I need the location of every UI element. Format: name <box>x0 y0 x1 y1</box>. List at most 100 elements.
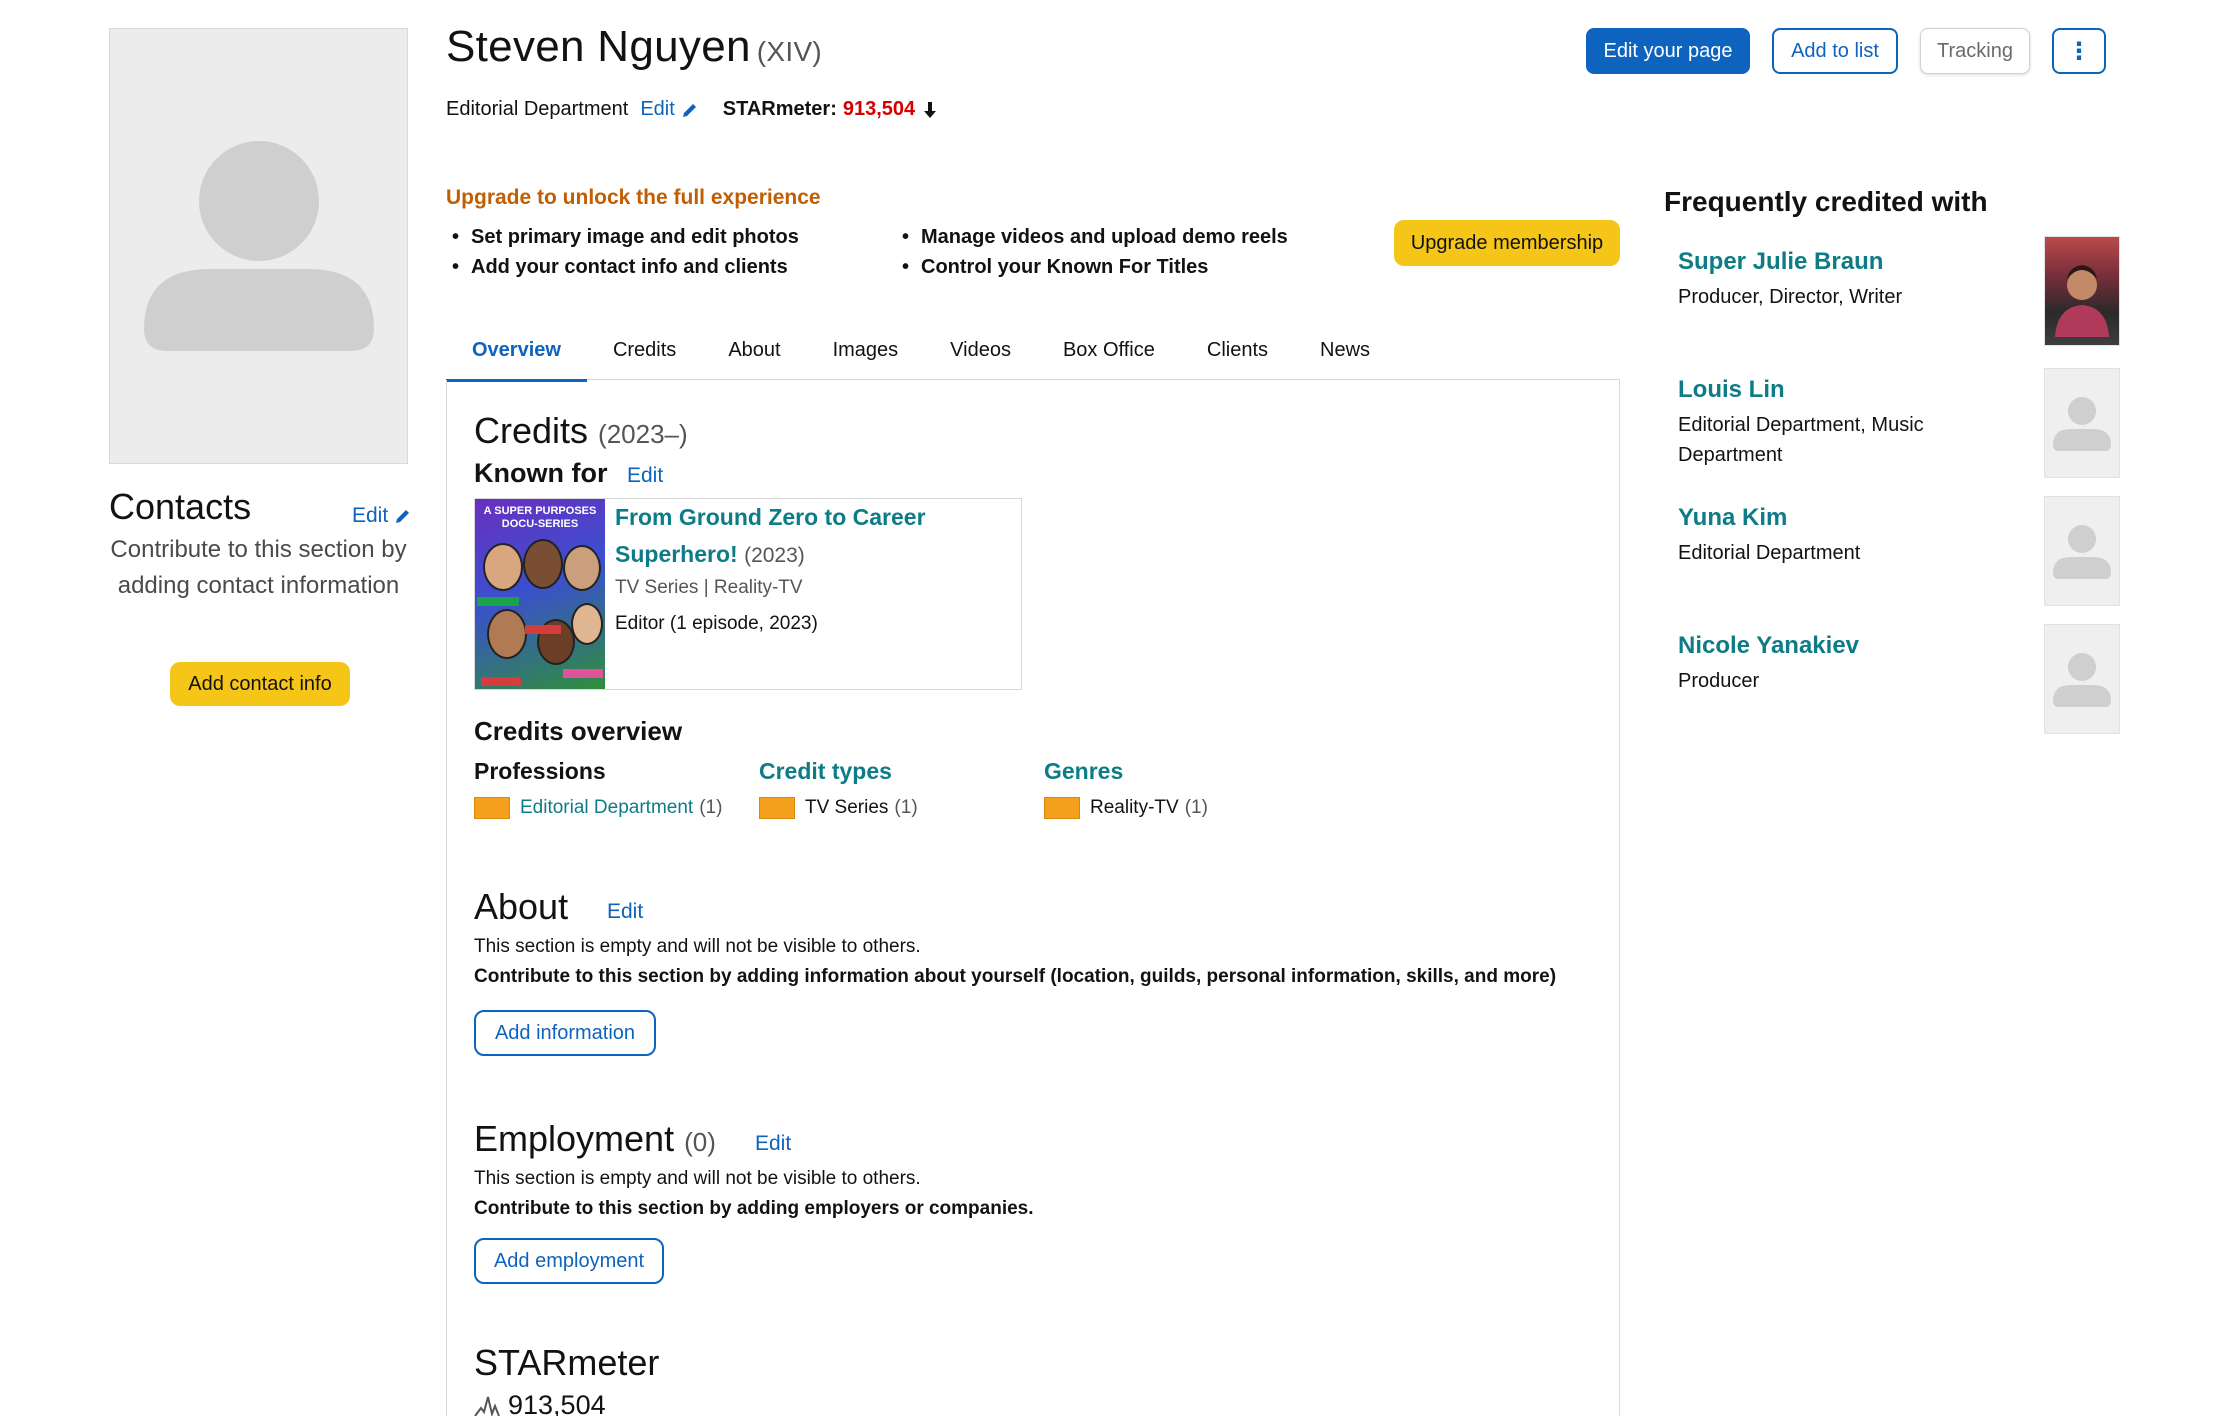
profile-subline: Editorial Department Edit STARmeter: 913… <box>446 98 937 121</box>
poster-face <box>487 609 527 659</box>
credits-title: Credits <box>474 410 589 451</box>
tab-clients[interactable]: Clients <box>1181 320 1294 380</box>
frequently-credited-heading: Frequently credited with <box>1664 186 1988 217</box>
professions-column: Professions Editorial Department (1) <box>474 758 722 819</box>
known-for-card[interactable]: A SUPER PURPOSES DOCU-SERIES From Ground… <box>474 498 1022 690</box>
starmeter-value: 913,504 <box>842 98 916 120</box>
about-empty-text: This section is empty and will not be vi… <box>474 936 921 957</box>
add-contact-info-button[interactable]: Add contact info <box>170 662 350 706</box>
poster-face <box>483 543 523 591</box>
collaborator-photo-placeholder[interactable] <box>2044 368 2120 478</box>
collaborator-photo-placeholder[interactable] <box>2044 624 2120 734</box>
credits-overview-heading: Credits overview <box>474 716 683 746</box>
upgrade-feature: Manage videos and upload demo reels <box>902 222 1288 252</box>
edit-your-page-button[interactable]: Edit your page <box>1586 28 1750 74</box>
upgrade-feature-list: Set primary image and edit photos Add yo… <box>452 222 799 282</box>
name-suffix: (XIV) <box>756 36 823 67</box>
genre-label: Reality-TV <box>1090 797 1179 818</box>
person-silhouette-icon <box>2053 397 2111 451</box>
credits-heading: Credits (2023–) <box>474 410 688 452</box>
profession-count: (1) <box>699 797 723 818</box>
person-silhouette-icon <box>144 141 374 351</box>
tab-overview[interactable]: Overview <box>446 320 587 382</box>
collaborator-role: Producer <box>1678 670 1760 692</box>
known-for-year: (2023) <box>744 544 805 567</box>
pencil-icon <box>396 510 410 523</box>
add-employment-button[interactable]: Add employment <box>474 1238 664 1284</box>
employment-count: (0) <box>684 1127 716 1157</box>
poster-tag <box>563 669 603 678</box>
tracking-button[interactable]: Tracking <box>1920 28 2030 74</box>
upgrade-membership-button[interactable]: Upgrade membership <box>1394 220 1620 266</box>
department-edit-link[interactable]: Edit <box>640 98 698 121</box>
genre-count: (1) <box>1184 797 1208 818</box>
collaborator-photo-placeholder[interactable] <box>2044 496 2120 606</box>
page-title: Steven Nguyen (XIV) <box>446 22 822 72</box>
starmeter-rank: 913,504 <box>508 1390 606 1416</box>
trend-line-icon <box>474 1396 500 1416</box>
credit-types-heading[interactable]: Credit types <box>759 758 918 785</box>
about-contribute-text: Contribute to this section by adding inf… <box>474 966 1557 987</box>
poster-face <box>523 539 563 589</box>
employment-title: Employment <box>474 1118 675 1159</box>
upgrade-feature: Set primary image and edit photos <box>452 222 799 252</box>
person-silhouette-icon <box>2053 525 2111 579</box>
tab-news[interactable]: News <box>1294 320 1396 380</box>
person-photo-icon <box>2055 265 2109 337</box>
more-options-icon[interactable]: ⋮ <box>2052 28 2106 74</box>
known-for-edit-link[interactable]: Edit <box>627 464 663 488</box>
contacts-description: Contribute to this section by adding con… <box>110 536 407 599</box>
profile-tabs: Overview Credits About Images Videos Box… <box>446 320 1620 382</box>
person-silhouette-icon <box>2053 653 2111 707</box>
credit-type-label: TV Series <box>805 797 889 818</box>
collaborator-role: Producer, Director, Writer <box>1678 286 1903 308</box>
credit-type-item: TV Series (1) <box>759 797 918 819</box>
professions-heading: Professions <box>474 758 606 784</box>
about-edit-link[interactable]: Edit <box>607 900 643 924</box>
profession-label[interactable]: Editorial Department <box>520 797 693 819</box>
genres-heading[interactable]: Genres <box>1044 758 1208 785</box>
known-for-meta: TV Series | Reality-TV <box>615 577 803 598</box>
tab-box-office[interactable]: Box Office <box>1037 320 1181 380</box>
overview-panel: Credits (2023–) Known for Edit A SUPER P… <box>446 380 1620 1416</box>
upgrade-feature-list: Manage videos and upload demo reels Cont… <box>902 222 1288 282</box>
department-edit-label: Edit <box>640 98 675 120</box>
contacts-edit-link[interactable]: Edit <box>352 504 412 528</box>
credits-years: (2023–) <box>598 419 688 449</box>
collaborator-role: Editorial Department, Music Department <box>1678 414 1924 466</box>
collaborator-photo[interactable] <box>2044 236 2120 346</box>
person-name: Steven Nguyen <box>446 22 751 71</box>
poster-tag <box>477 597 519 606</box>
poster-face <box>563 545 601 591</box>
tab-credits[interactable]: Credits <box>587 320 702 380</box>
upgrade-feature: Add your contact info and clients <box>452 252 799 282</box>
tab-images[interactable]: Images <box>807 320 925 380</box>
add-to-list-button[interactable]: Add to list <box>1772 28 1898 74</box>
contacts-heading: Contacts <box>109 486 252 527</box>
poster-face <box>571 603 603 645</box>
credit-types-column: Credit types TV Series (1) <box>759 758 918 819</box>
add-information-button[interactable]: Add information <box>474 1010 656 1056</box>
starmeter-heading: STARmeter <box>474 1342 660 1383</box>
employment-edit-link[interactable]: Edit <box>755 1132 791 1156</box>
starmeter-section-value: 913,504 <box>474 1390 606 1416</box>
profession-item[interactable]: Editorial Department (1) <box>474 797 722 819</box>
credit-type-count: (1) <box>894 797 918 818</box>
collaborator-role: Editorial Department <box>1678 542 1861 564</box>
poster-tag <box>481 677 521 686</box>
about-heading: About <box>474 886 569 927</box>
arrow-down-icon <box>924 101 937 118</box>
title-poster[interactable]: A SUPER PURPOSES DOCU-SERIES <box>475 499 605 689</box>
upgrade-feature: Control your Known For Titles <box>902 252 1288 282</box>
known-for-heading: Known for <box>474 458 608 488</box>
known-for-role: Editor (1 episode, 2023) <box>615 613 818 634</box>
profile-photo-placeholder[interactable] <box>109 28 408 464</box>
poster-caption: A SUPER PURPOSES DOCU-SERIES <box>483 505 597 530</box>
starmeter-label: STARmeter: <box>722 98 837 120</box>
genres-column: Genres Reality-TV (1) <box>1044 758 1208 819</box>
tab-videos[interactable]: Videos <box>924 320 1037 380</box>
tab-about[interactable]: About <box>702 320 806 380</box>
known-for-title[interactable]: From Ground Zero to Career Superhero! (2… <box>615 499 1005 574</box>
employment-empty-text: This section is empty and will not be vi… <box>474 1168 921 1189</box>
profile-department: Editorial Department <box>446 98 629 120</box>
